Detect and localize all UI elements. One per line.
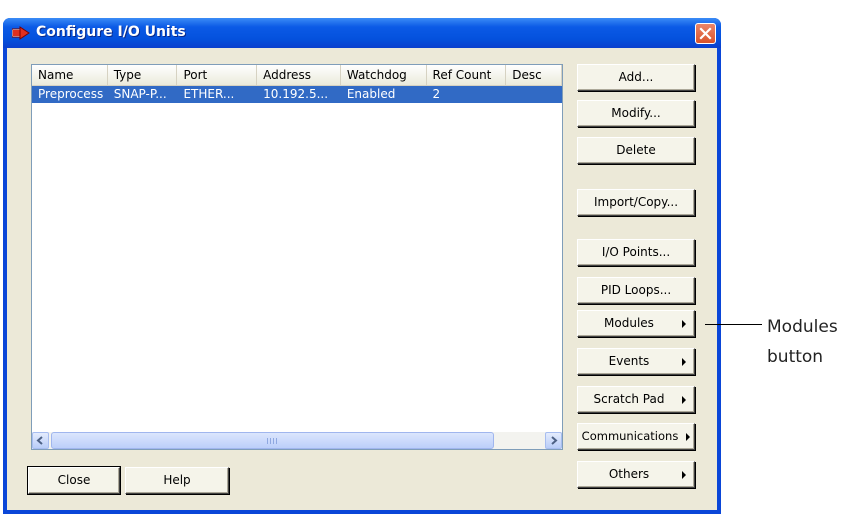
pid-loops-button-label: PID Loops... [600,283,672,297]
cell-watchdog: Enabled [346,87,396,101]
cell-name: Preprocess [38,87,104,101]
column-header-type[interactable]: Type [108,65,178,85]
callout-line [705,324,762,325]
modules-button[interactable]: Modules [577,310,695,337]
callout-line-2: button [767,347,824,367]
add-button-label: Add... [618,70,654,84]
io-points-button-label: I/O Points... [601,245,671,259]
close-button-label: Close [57,473,91,487]
app-icon [11,26,30,40]
scrollbar-thumb[interactable] [51,432,494,449]
configure-io-units-dialog: Configure I/O Units Name Type Port Addre… [3,18,721,514]
events-button-label: Events [608,354,650,368]
io-points-button[interactable]: I/O Points... [577,239,695,266]
submenu-arrow-icon [682,320,686,328]
events-button[interactable]: Events [577,348,695,375]
cell-desc [506,86,562,103]
import-copy-button[interactable]: Import/Copy... [577,189,695,216]
close-icon [699,27,712,40]
import-copy-button-label: Import/Copy... [593,195,679,209]
scratch-pad-button[interactable]: Scratch Pad [577,386,695,413]
scroll-right-button[interactable] [545,432,562,449]
list-header: Name Type Port Address Watchdog Ref Coun… [32,65,562,86]
delete-button[interactable]: Delete [577,137,695,164]
modules-button-label: Modules [604,316,654,330]
table-row[interactable]: Preprocess SNAP-P... ETHER... 10.192.5..… [32,86,562,103]
others-button-label: Others [608,467,650,481]
column-header-desc[interactable]: Desc [506,65,562,85]
io-units-list[interactable]: Name Type Port Address Watchdog Ref Coun… [31,64,563,450]
close-button[interactable]: Close [28,467,120,494]
window-close-button[interactable] [695,23,716,44]
column-header-watchdog[interactable]: Watchdog [341,65,427,85]
callout-line-1: Modules [767,317,838,337]
cell-address: 10.192.5... [263,87,329,101]
submenu-arrow-icon [686,433,690,441]
scroll-right-icon [551,436,558,445]
cell-port: ETHER... [183,87,235,101]
horizontal-scrollbar[interactable] [32,432,562,449]
submenu-arrow-icon [682,471,686,479]
callout-label: Modules button [767,312,838,372]
help-button[interactable]: Help [125,467,229,494]
submenu-arrow-icon [682,396,686,404]
communications-button-label: Communications [581,429,679,443]
column-header-address[interactable]: Address [257,65,341,85]
submenu-arrow-icon [682,358,686,366]
dialog-client-area: Name Type Port Address Watchdog Ref Coun… [7,48,717,510]
cell-ref-count: 2 [432,87,441,101]
title-bar[interactable]: Configure I/O Units [3,18,721,48]
column-header-name[interactable]: Name [32,65,108,85]
others-button[interactable]: Others [577,461,695,488]
add-button[interactable]: Add... [577,64,695,91]
scroll-left-icon [36,436,43,445]
scroll-left-button[interactable] [32,432,49,449]
column-header-ref-count[interactable]: Ref Count [427,65,507,85]
communications-button[interactable]: Communications [577,423,695,450]
scratch-pad-button-label: Scratch Pad [593,392,665,406]
column-header-port[interactable]: Port [177,65,258,85]
modify-button[interactable]: Modify... [577,100,695,127]
modify-button-label: Modify... [611,106,661,120]
cell-type: SNAP-P... [113,87,167,101]
delete-button-label: Delete [616,143,656,157]
pid-loops-button[interactable]: PID Loops... [577,277,695,304]
window-title: Configure I/O Units [36,24,186,40]
help-button-label: Help [163,473,191,487]
